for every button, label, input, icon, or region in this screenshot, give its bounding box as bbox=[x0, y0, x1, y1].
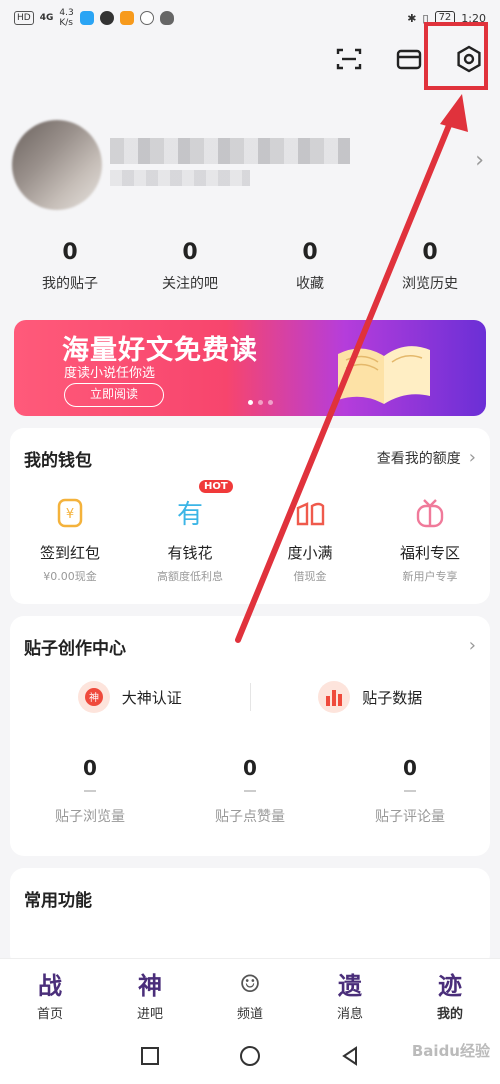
nav-channel[interactable]: ☺ 频道 bbox=[210, 959, 290, 1029]
channel-icon: ☺ bbox=[239, 968, 261, 998]
du-xiao-man-icon bbox=[296, 502, 325, 526]
post-data-button[interactable]: 贴子数据 bbox=[251, 681, 491, 713]
svg-text:¥: ¥ bbox=[66, 507, 74, 522]
post-creation-center: 贴子创作中心 › 神 大神认证 贴子数据 0 贴子浏览量 0 贴子点赞量 0 贴… bbox=[10, 616, 490, 856]
common-functions-title: 常用功能 bbox=[24, 891, 92, 911]
wallet-item-you-qian-hua[interactable]: HOT 有 有钱花 高额度低利息 bbox=[135, 480, 245, 584]
banner-pagination bbox=[248, 400, 273, 405]
creation-title: 贴子创作中心 bbox=[24, 639, 126, 659]
scan-icon[interactable] bbox=[332, 42, 366, 76]
stat-history[interactable]: 0 浏览历史 bbox=[375, 240, 485, 304]
chevron-right-icon: › bbox=[468, 635, 476, 656]
yen-coin-icon: ¥ bbox=[57, 498, 83, 528]
settings-highlight-box bbox=[424, 22, 488, 90]
chevron-right-icon: › bbox=[475, 148, 484, 173]
messages-icon: 遗 bbox=[338, 970, 362, 1000]
user-subtitle-blurred bbox=[110, 170, 250, 186]
enter-bar-icon: 神 bbox=[138, 970, 162, 1000]
nav-mine[interactable]: 迹 我的 bbox=[410, 959, 490, 1029]
wallet-item-sign-in[interactable]: ¥ 签到红包 ¥0.00现金 bbox=[15, 496, 125, 584]
stat-my-posts[interactable]: 0 我的贴子 bbox=[15, 240, 125, 304]
wallet-title: 我的钱包 bbox=[24, 451, 92, 471]
recent-apps-icon[interactable] bbox=[139, 1045, 161, 1067]
wallet-card: 我的钱包 查看我的额度 › ¥ 签到红包 ¥0.00现金 HOT 有 有钱花 高额… bbox=[10, 428, 490, 604]
god-certification-button[interactable]: 神 大神认证 bbox=[10, 681, 250, 713]
hot-badge: HOT bbox=[199, 480, 233, 493]
qq-icon bbox=[159, 11, 174, 25]
view-credit-link[interactable]: 查看我的额度 › bbox=[377, 447, 476, 468]
gift-icon bbox=[416, 499, 444, 528]
bluetooth-icon: ✱ bbox=[407, 11, 417, 25]
app-notification-icon bbox=[139, 11, 154, 25]
common-functions-card: 常用功能 bbox=[10, 868, 490, 968]
post-comments-stat: 0 贴子评论量 bbox=[375, 756, 445, 825]
username-blurred bbox=[110, 138, 350, 164]
hd-badge: HD bbox=[14, 11, 34, 25]
post-likes-stat: 0 贴子点赞量 bbox=[215, 756, 285, 825]
back-icon[interactable] bbox=[339, 1045, 361, 1067]
stat-favorites[interactable]: 0 收藏 bbox=[255, 240, 365, 304]
network-speed: 4.3 K/s bbox=[59, 8, 74, 28]
nav-messages[interactable]: 遗 消息 bbox=[310, 959, 390, 1029]
app-notification-icon bbox=[79, 11, 94, 25]
signal-indicator: 4G bbox=[39, 13, 54, 23]
god-badge-icon: 神 bbox=[77, 681, 110, 713]
read-now-button[interactable]: 立即阅读 bbox=[64, 383, 164, 407]
banner-subtitle: 度读小说任你选 bbox=[64, 366, 156, 381]
svg-text:有: 有 bbox=[177, 500, 203, 530]
wallet-item-du-xiao-man[interactable]: 度小满 借现金 bbox=[255, 496, 365, 584]
open-book-icon bbox=[338, 346, 430, 404]
avatar[interactable] bbox=[12, 120, 102, 210]
promo-banner[interactable]: 海量好文免费读 度读小说任你选 立即阅读 bbox=[14, 320, 486, 416]
home-icon: 战 bbox=[38, 970, 62, 1000]
watermark-logo: Baidu经验 bbox=[411, 1042, 490, 1060]
user-stats: 0 我的贴子 0 关注的吧 0 收藏 0 浏览历史 bbox=[0, 240, 500, 304]
wallet-card-icon[interactable] bbox=[392, 42, 426, 76]
post-views-stat: 0 贴子浏览量 bbox=[55, 756, 125, 825]
bottom-navigation: 战 首页 神 进吧 ☺ 频道 遗 消息 迹 我的 bbox=[0, 958, 500, 1029]
profile-header[interactable]: › bbox=[10, 116, 490, 212]
chevron-right-icon: › bbox=[468, 447, 476, 468]
svg-text:神: 神 bbox=[89, 691, 99, 704]
bar-chart-icon bbox=[318, 681, 351, 713]
app-notification-icon bbox=[119, 11, 134, 25]
nav-home[interactable]: 战 首页 bbox=[10, 959, 90, 1029]
wallet-item-benefits[interactable]: 福利专区 新用户专享 bbox=[375, 496, 485, 584]
app-notification-icon bbox=[99, 11, 114, 25]
home-circle-icon[interactable] bbox=[238, 1044, 262, 1068]
stat-followed-bars[interactable]: 0 关注的吧 bbox=[135, 240, 245, 304]
nav-enter-bar[interactable]: 神 进吧 bbox=[110, 959, 190, 1029]
mine-icon: 迹 bbox=[438, 970, 462, 1000]
you-qian-hua-icon: 有 bbox=[177, 500, 203, 530]
creation-more-link[interactable]: › bbox=[469, 635, 476, 656]
